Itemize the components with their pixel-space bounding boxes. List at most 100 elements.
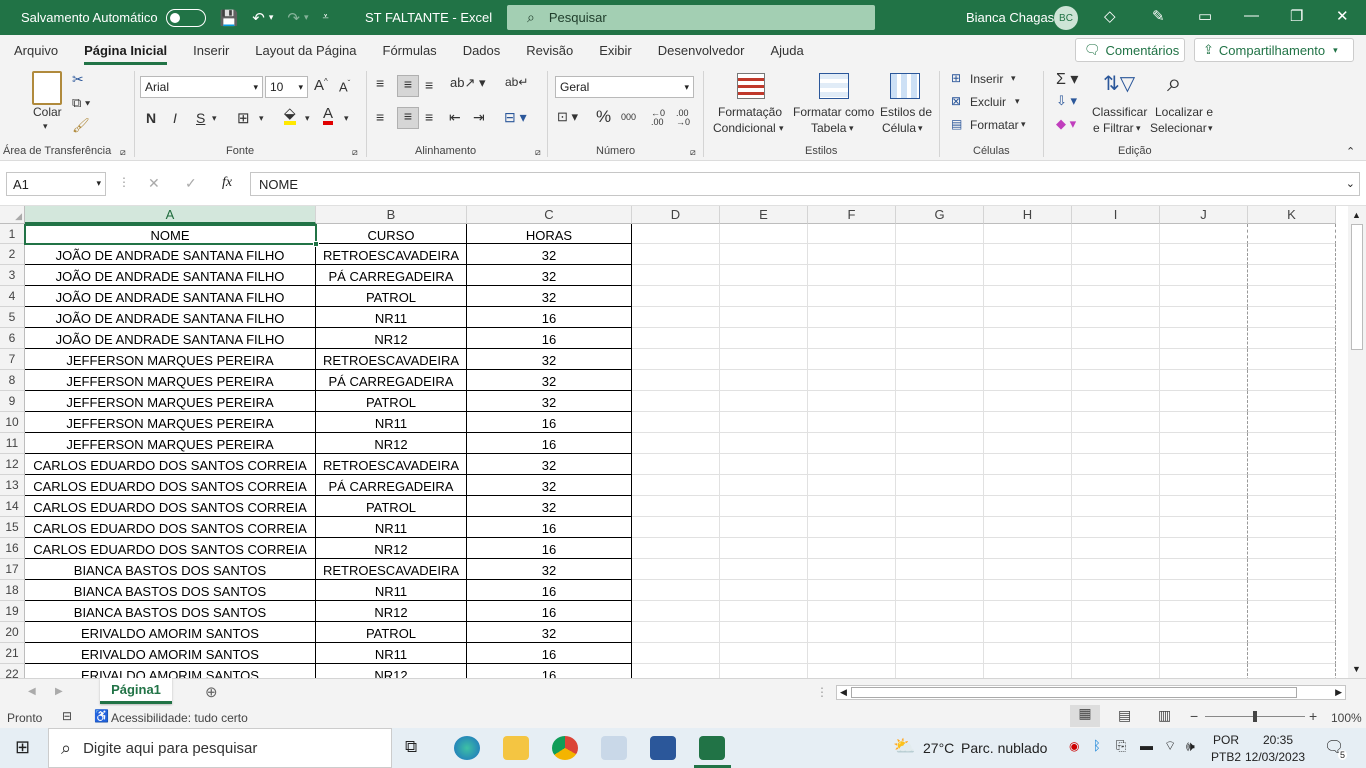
sort-filter-label-2[interactable]: e Filtrar	[1093, 121, 1134, 135]
find-select-icon[interactable]: ⌕	[1167, 67, 1182, 99]
empty-cell[interactable]	[1248, 454, 1336, 475]
cell-b21[interactable]: NR11	[316, 643, 467, 664]
empty-cell[interactable]	[632, 580, 720, 601]
empty-cell[interactable]	[808, 559, 896, 580]
scroll-up-icon[interactable]: ▲	[1352, 210, 1361, 220]
column-header-c[interactable]: C	[467, 206, 632, 224]
file-explorer-icon[interactable]	[503, 736, 529, 760]
row-header[interactable]: 12	[0, 454, 25, 475]
excel-icon[interactable]	[699, 736, 725, 760]
chevron-down-icon[interactable]: ▾	[1015, 96, 1020, 107]
font-color-icon[interactable]: A	[323, 106, 334, 125]
cell-a9[interactable]: JEFFERSON MARQUES PEREIRA	[25, 391, 316, 412]
scroll-left-icon[interactable]: ◀	[840, 687, 847, 698]
empty-cell[interactable]	[984, 265, 1072, 286]
decrease-indent-icon[interactable]: ⇤	[449, 109, 461, 126]
empty-cell[interactable]	[984, 391, 1072, 412]
empty-cell[interactable]	[984, 601, 1072, 622]
empty-cell[interactable]	[1248, 370, 1336, 391]
search-box[interactable]: ⌕ Pesquisar	[507, 5, 875, 30]
cell-styles-label-1[interactable]: Estilos de	[880, 105, 932, 119]
empty-cell[interactable]	[984, 328, 1072, 349]
row-header[interactable]: 15	[0, 517, 25, 538]
empty-cell[interactable]	[1248, 517, 1336, 538]
format-painter-icon[interactable]: 🖌	[72, 117, 90, 134]
cell-a16[interactable]: CARLOS EDUARDO DOS SANTOS CORREIA	[25, 538, 316, 559]
empty-cell[interactable]	[984, 307, 1072, 328]
cell-c4[interactable]: 32	[467, 286, 632, 307]
column-header-a[interactable]: A	[25, 206, 316, 224]
chevron-down-icon[interactable]: ▾	[1208, 123, 1213, 134]
empty-cell[interactable]	[1248, 538, 1336, 559]
empty-cell[interactable]	[1072, 601, 1160, 622]
percent-icon[interactable]: %	[596, 107, 611, 127]
cell-c11[interactable]: 16	[467, 433, 632, 454]
chevron-down-icon[interactable]: ▾	[1136, 123, 1141, 134]
empty-cell[interactable]	[1160, 601, 1248, 622]
cell-styles-icon[interactable]	[890, 73, 920, 99]
empty-cell[interactable]	[632, 224, 720, 244]
empty-cell[interactable]	[1160, 328, 1248, 349]
empty-cell[interactable]	[1072, 286, 1160, 307]
empty-cell[interactable]	[1072, 391, 1160, 412]
row-header[interactable]: 22	[0, 664, 25, 678]
pen-icon[interactable]: ✎	[1152, 7, 1165, 25]
empty-cell[interactable]	[720, 538, 808, 559]
empty-cell[interactable]	[896, 559, 984, 580]
page-layout-view-icon[interactable]: ▤	[1118, 707, 1131, 724]
row-header[interactable]: 13	[0, 475, 25, 496]
cell-b4[interactable]: PATROL	[316, 286, 467, 307]
font-color-dropdown-icon[interactable]: ▾	[344, 113, 349, 124]
chevron-down-icon[interactable]: ▾	[1021, 119, 1026, 130]
cell-c6[interactable]: 16	[467, 328, 632, 349]
empty-cell[interactable]	[1160, 349, 1248, 370]
insert-cells-label[interactable]: Inserir	[970, 72, 1003, 86]
empty-cell[interactable]	[632, 244, 720, 265]
empty-cell[interactable]	[1248, 307, 1336, 328]
increase-indent-icon[interactable]: ⇥	[473, 109, 485, 126]
row-header[interactable]: 21	[0, 643, 25, 664]
empty-cell[interactable]	[896, 664, 984, 678]
empty-cell[interactable]	[896, 601, 984, 622]
font-launcher-icon[interactable]: ⧄	[352, 147, 358, 158]
empty-cell[interactable]	[896, 412, 984, 433]
bluetooth-icon[interactable]: ᛒ	[1093, 738, 1101, 753]
restore-icon[interactable]: ❐	[1290, 7, 1303, 25]
italic-button[interactable]: I	[173, 110, 177, 126]
row-header[interactable]: 8	[0, 370, 25, 391]
accessibility-icon[interactable]: ♿	[94, 709, 109, 723]
empty-cell[interactable]	[1248, 643, 1336, 664]
empty-cell[interactable]	[808, 475, 896, 496]
conditional-formatting-label-2[interactable]: Condicional	[713, 121, 776, 135]
empty-cell[interactable]	[1248, 328, 1336, 349]
empty-cell[interactable]	[720, 643, 808, 664]
orientation-icon[interactable]: ab↗ ▾	[450, 75, 486, 91]
cell-b7[interactable]: RETROESCAVADEIRA	[316, 349, 467, 370]
empty-cell[interactable]	[720, 517, 808, 538]
cell-c12[interactable]: 32	[467, 454, 632, 475]
comma-style-icon[interactable]: 000	[621, 112, 636, 122]
empty-cell[interactable]	[896, 454, 984, 475]
tabs-divider[interactable]: ⋮	[816, 685, 828, 699]
empty-cell[interactable]	[1160, 538, 1248, 559]
cell-a1[interactable]: NOME	[25, 224, 316, 244]
tab-revisao[interactable]: Revisão	[526, 43, 573, 58]
empty-cell[interactable]	[808, 496, 896, 517]
insert-function-icon[interactable]: fx	[222, 175, 232, 191]
row-header[interactable]: 5	[0, 307, 25, 328]
scroll-down-icon[interactable]: ▼	[1352, 664, 1361, 674]
empty-cell[interactable]	[896, 349, 984, 370]
empty-cell[interactable]	[1072, 307, 1160, 328]
cell-a8[interactable]: JEFFERSON MARQUES PEREIRA	[25, 370, 316, 391]
conditional-formatting-icon[interactable]	[737, 73, 765, 99]
cell-a4[interactable]: JOÃO DE ANDRADE SANTANA FILHO	[25, 286, 316, 307]
premium-diamond-icon[interactable]: ◇	[1104, 7, 1116, 25]
chevron-down-icon[interactable]: ▾	[1011, 73, 1016, 84]
empty-cell[interactable]	[632, 601, 720, 622]
cell-a11[interactable]: JEFFERSON MARQUES PEREIRA	[25, 433, 316, 454]
empty-cell[interactable]	[1160, 622, 1248, 643]
empty-cell[interactable]	[1248, 496, 1336, 517]
empty-cell[interactable]	[1072, 349, 1160, 370]
empty-cell[interactable]	[1160, 433, 1248, 454]
empty-cell[interactable]	[1248, 559, 1336, 580]
